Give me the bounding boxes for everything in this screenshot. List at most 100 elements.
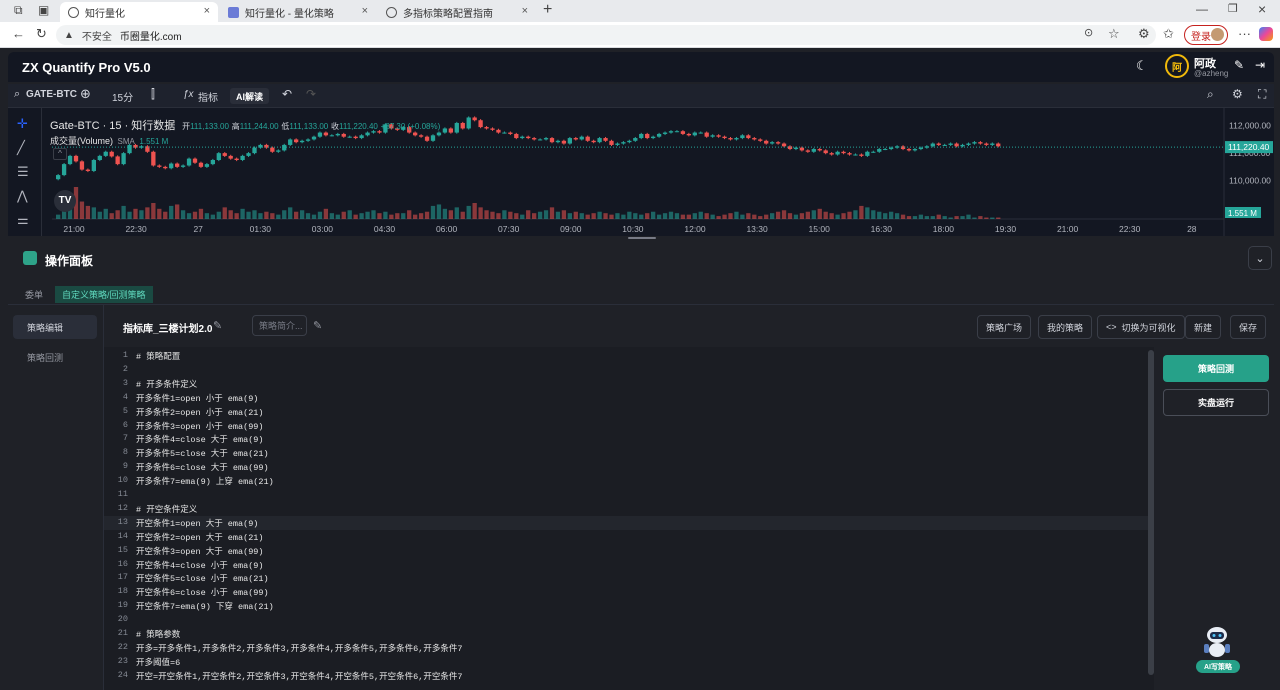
volume-bar <box>442 208 448 219</box>
profile-avatar <box>1211 28 1224 41</box>
more-icon[interactable]: ··· <box>1238 26 1251 41</box>
candle-body <box>990 143 995 145</box>
ruler-icon[interactable]: ⚌ <box>17 212 29 228</box>
ohlc-low: 111,133.00 <box>289 122 329 131</box>
url-field[interactable]: ▲ 不安全 币圈量化.com <box>56 25 1156 45</box>
volume-bar <box>526 210 531 219</box>
candle-body <box>764 140 769 144</box>
candle-type-icon[interactable]: ⫿ <box>151 87 155 102</box>
extensions-icon[interactable]: ⚙ <box>1138 26 1150 42</box>
ai-robot-icon[interactable] <box>1200 623 1234 663</box>
live-run-button[interactable]: 实盘运行 <box>1163 389 1269 416</box>
login-button[interactable]: 登录 <box>1184 25 1228 45</box>
restore-icon[interactable]: ❐ <box>1228 2 1238 15</box>
workspaces-icon[interactable]: ⧉ <box>14 3 23 18</box>
candle-body <box>585 136 590 141</box>
volume-bar <box>109 213 114 219</box>
volume-bar <box>496 213 501 219</box>
pane-resize-handle[interactable] <box>628 237 656 239</box>
code-line: 开空条件5=close 小于 ema(21) <box>136 574 269 585</box>
tab-orders[interactable]: 委单 <box>18 286 50 303</box>
code-line: # 策略配置 <box>136 352 181 362</box>
strategy-square-button[interactable]: 策略广场 <box>977 315 1032 339</box>
volume-bar <box>270 213 275 219</box>
copilot-icon[interactable] <box>1259 27 1273 41</box>
zoom-icon[interactable]: ⌕ <box>1207 87 1214 102</box>
editor-scrollbar[interactable] <box>1148 350 1154 675</box>
edit-name-icon[interactable]: ✎ <box>213 319 222 332</box>
browser-tab-1[interactable]: 知行量化 - 量化策略 × <box>220 2 376 22</box>
code-line: 开多条件7=ema(9) 上穿 ema(21) <box>136 477 274 488</box>
volume-bar <box>365 211 370 219</box>
close-window-icon[interactable]: × <box>1258 1 1266 17</box>
candle-body <box>341 133 346 137</box>
grid-icon <box>23 251 37 265</box>
fib-icon[interactable]: ☰ <box>17 164 29 180</box>
ai-analyze-button[interactable]: AI解读 <box>230 88 270 104</box>
tab-actions-icon[interactable]: ▣ <box>38 3 49 17</box>
globe-icon <box>68 6 79 18</box>
volume-bar <box>859 205 864 219</box>
new-strategy-button[interactable]: 新建 <box>1185 315 1222 339</box>
close-tab-icon[interactable]: × <box>362 5 368 17</box>
my-strategies-button[interactable]: 我的策略 <box>1038 315 1093 339</box>
volume-bar <box>180 210 186 219</box>
x-tick-label: 21:00 <box>63 224 85 234</box>
function-icon[interactable]: ƒx <box>183 89 194 100</box>
volume-bar <box>97 211 102 219</box>
volume-bar <box>371 210 376 219</box>
pattern-icon[interactable]: ⋀ <box>17 188 28 204</box>
switch-visual-button[interactable]: <> 切换为可视化 <box>1097 315 1185 339</box>
symbol-label[interactable]: GATE-BTC <box>26 89 77 100</box>
edit-desc-icon[interactable]: ✎ <box>313 319 322 332</box>
minimize-icon[interactable]: — <box>1196 2 1208 16</box>
candle-body <box>615 143 620 145</box>
browser-tab-0[interactable]: 知行量化 × <box>60 2 218 22</box>
run-backtest-button[interactable]: 策略回测 <box>1163 355 1269 382</box>
panel-collapse-button[interactable]: ⌄ <box>1248 246 1272 270</box>
crosshair-icon[interactable]: ✛ <box>17 116 28 132</box>
candle-body <box>442 128 448 133</box>
close-tab-icon[interactable]: × <box>522 5 528 17</box>
read-aloud-icon[interactable]: ⊙ <box>1084 26 1093 39</box>
undo-icon[interactable]: ↶ <box>282 87 292 101</box>
line-number: 10 <box>117 475 128 486</box>
strategy-sidenav: 策略编辑 策略回测 <box>8 305 104 690</box>
save-button[interactable]: 保存 <box>1230 315 1267 339</box>
indicators-button[interactable]: 指标 <box>198 89 218 104</box>
trendline-icon[interactable]: ╱ <box>17 140 25 156</box>
candle-body <box>639 133 644 139</box>
tab-custom-strategy[interactable]: 自定义策略/回测策略 <box>55 286 153 303</box>
theme-toggle-icon[interactable]: ☾ <box>1136 58 1148 74</box>
new-tab-icon[interactable]: + <box>543 1 552 19</box>
logout-icon[interactable]: ⇥ <box>1255 58 1265 72</box>
browser-tab-2[interactable]: 多指标策略配置指南 × <box>378 2 536 22</box>
symbol-search-icon[interactable]: ⌕ <box>14 88 20 101</box>
edit-profile-icon[interactable]: ✎ <box>1234 58 1244 72</box>
candle-body <box>746 135 751 139</box>
candle-body <box>567 138 572 144</box>
x-tick-label: 19:30 <box>995 224 1017 234</box>
user-avatar[interactable]: 阿 <box>1165 54 1189 78</box>
fullscreen-icon[interactable]: ⛶ <box>1258 87 1266 102</box>
sidenav-strategy-edit[interactable]: 策略编辑 <box>13 315 97 339</box>
favorite-star-icon[interactable]: ☆ <box>1108 26 1120 42</box>
interval-selector[interactable]: 15分 <box>112 89 133 104</box>
back-icon[interactable]: ← <box>12 26 25 41</box>
volume-bar <box>817 208 822 219</box>
close-tab-icon[interactable]: × <box>204 5 210 17</box>
strategy-desc-input[interactable]: 策略简介... <box>252 315 307 336</box>
volume-bar <box>746 213 751 219</box>
add-symbol-icon[interactable]: ⊕ <box>80 86 91 102</box>
ai-write-badge[interactable]: AI写策略 <box>1196 660 1240 673</box>
chart-container[interactable]: 112,000.00 111,000.00 110,000.00 111,220.40… <box>8 108 1274 236</box>
sidenav-strategy-backtest[interactable]: 策略回测 <box>13 345 97 369</box>
line-number: 4 <box>122 391 128 402</box>
collapse-legend-icon[interactable]: ^ <box>53 148 67 160</box>
settings-icon[interactable]: ⚙ <box>1232 87 1243 101</box>
code-editor[interactable]: 1 # 策略配置 2 3 # 开多条件定义 4 开多条件1=open 小于 ema(9) 5 开… <box>104 347 1154 690</box>
reload-icon[interactable]: ↻ <box>36 26 47 42</box>
redo-icon[interactable]: ↷ <box>306 87 316 101</box>
favorites-icon[interactable]: ✩ <box>1163 26 1174 42</box>
candle-body <box>841 151 846 154</box>
